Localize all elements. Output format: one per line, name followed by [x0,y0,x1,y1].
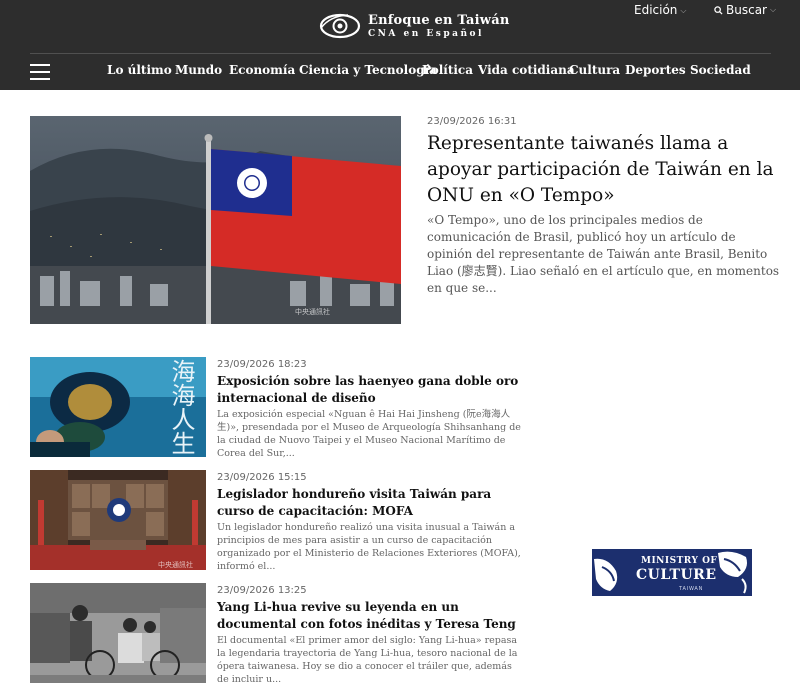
search-label: Buscar [726,3,767,17]
article-headline[interactable]: Exposición sobre las haenyeo gana doble … [217,373,522,407]
hero-summary: «O Tempo», uno de los principales medios… [427,213,780,295]
logo-title: Enfoque en Taiwán [368,12,510,28]
article-date: 23/09/2026 15:15 [217,472,307,483]
nav-item-sociedad[interactable]: Sociedad [690,63,751,77]
article-summary: Un legislador hondureño realizó una visi… [217,522,521,572]
hero-image[interactable]: 中央通訊社 [30,116,401,324]
chevron-down-icon: ⌵ [680,5,687,15]
header-divider [30,53,771,54]
ad-line-2: CULTURE [636,567,717,583]
image-watermark: 中央通訊社 [158,561,193,569]
chevron-down-icon: ⌵ [769,5,777,14]
article-headline[interactable]: Yang Li-hua revive su leyenda en un docu… [217,599,522,633]
article-image[interactable]: 海海人生 [30,357,206,457]
site-header: Enfoque en Taiwán CNA en Español Edición… [0,0,800,90]
article-summary: La exposición especial «Nguan ê Hai Hai … [217,409,521,459]
nav-item-cultura[interactable]: Cultura [569,63,620,77]
article-summary: El documental «El primer amor del siglo:… [217,635,518,685]
hero-headline[interactable]: Representante taiwanés llama a apoyar pa… [427,131,777,209]
ad-line-1: MINISTRY OF [641,556,718,566]
article-date: 23/09/2026 18:23 [217,359,307,370]
main-nav: Lo último Mundo Economía Ciencia y Tecno… [0,63,800,81]
article-image[interactable] [30,583,206,683]
article-image-caption: 海海人生 [167,359,195,455]
nav-item-lo-ultimo[interactable]: Lo último [107,63,172,77]
logo-subtitle: CNA en Español [368,28,484,39]
ministry-of-culture-ad[interactable]: MINISTRY OF CULTURE TAIWAN [592,549,752,596]
image-watermark: 中央通訊社 [295,308,330,316]
nav-item-politica[interactable]: Política [422,63,473,77]
eye-logo-icon [319,13,361,39]
article-date: 23/09/2026 13:25 [217,585,307,596]
hero-date: 23/09/2026 16:31 [427,116,517,127]
ad-line-3: TAIWAN [679,586,704,592]
nav-item-vida-cotidiana[interactable]: Vida cotidiana [478,63,575,77]
site-logo[interactable]: Enfoque en Taiwán CNA en Español [318,10,509,42]
nav-item-economia[interactable]: Economía [229,63,295,77]
nav-item-deportes[interactable]: Deportes [625,63,686,77]
search-dropdown[interactable]: Buscar ⌵ [714,3,776,17]
article-image[interactable]: 中央通訊社 [30,470,206,570]
edition-dropdown[interactable]: Edición ⌵ [634,3,687,17]
nav-item-ciencia-tecnologia[interactable]: Ciencia y Tecnología [299,63,437,77]
article-headline[interactable]: Legislador hondureño visita Taiwán para … [217,486,522,520]
search-icon [714,5,723,15]
edition-label: Edición [634,3,678,17]
nav-item-mundo[interactable]: Mundo [175,63,222,77]
